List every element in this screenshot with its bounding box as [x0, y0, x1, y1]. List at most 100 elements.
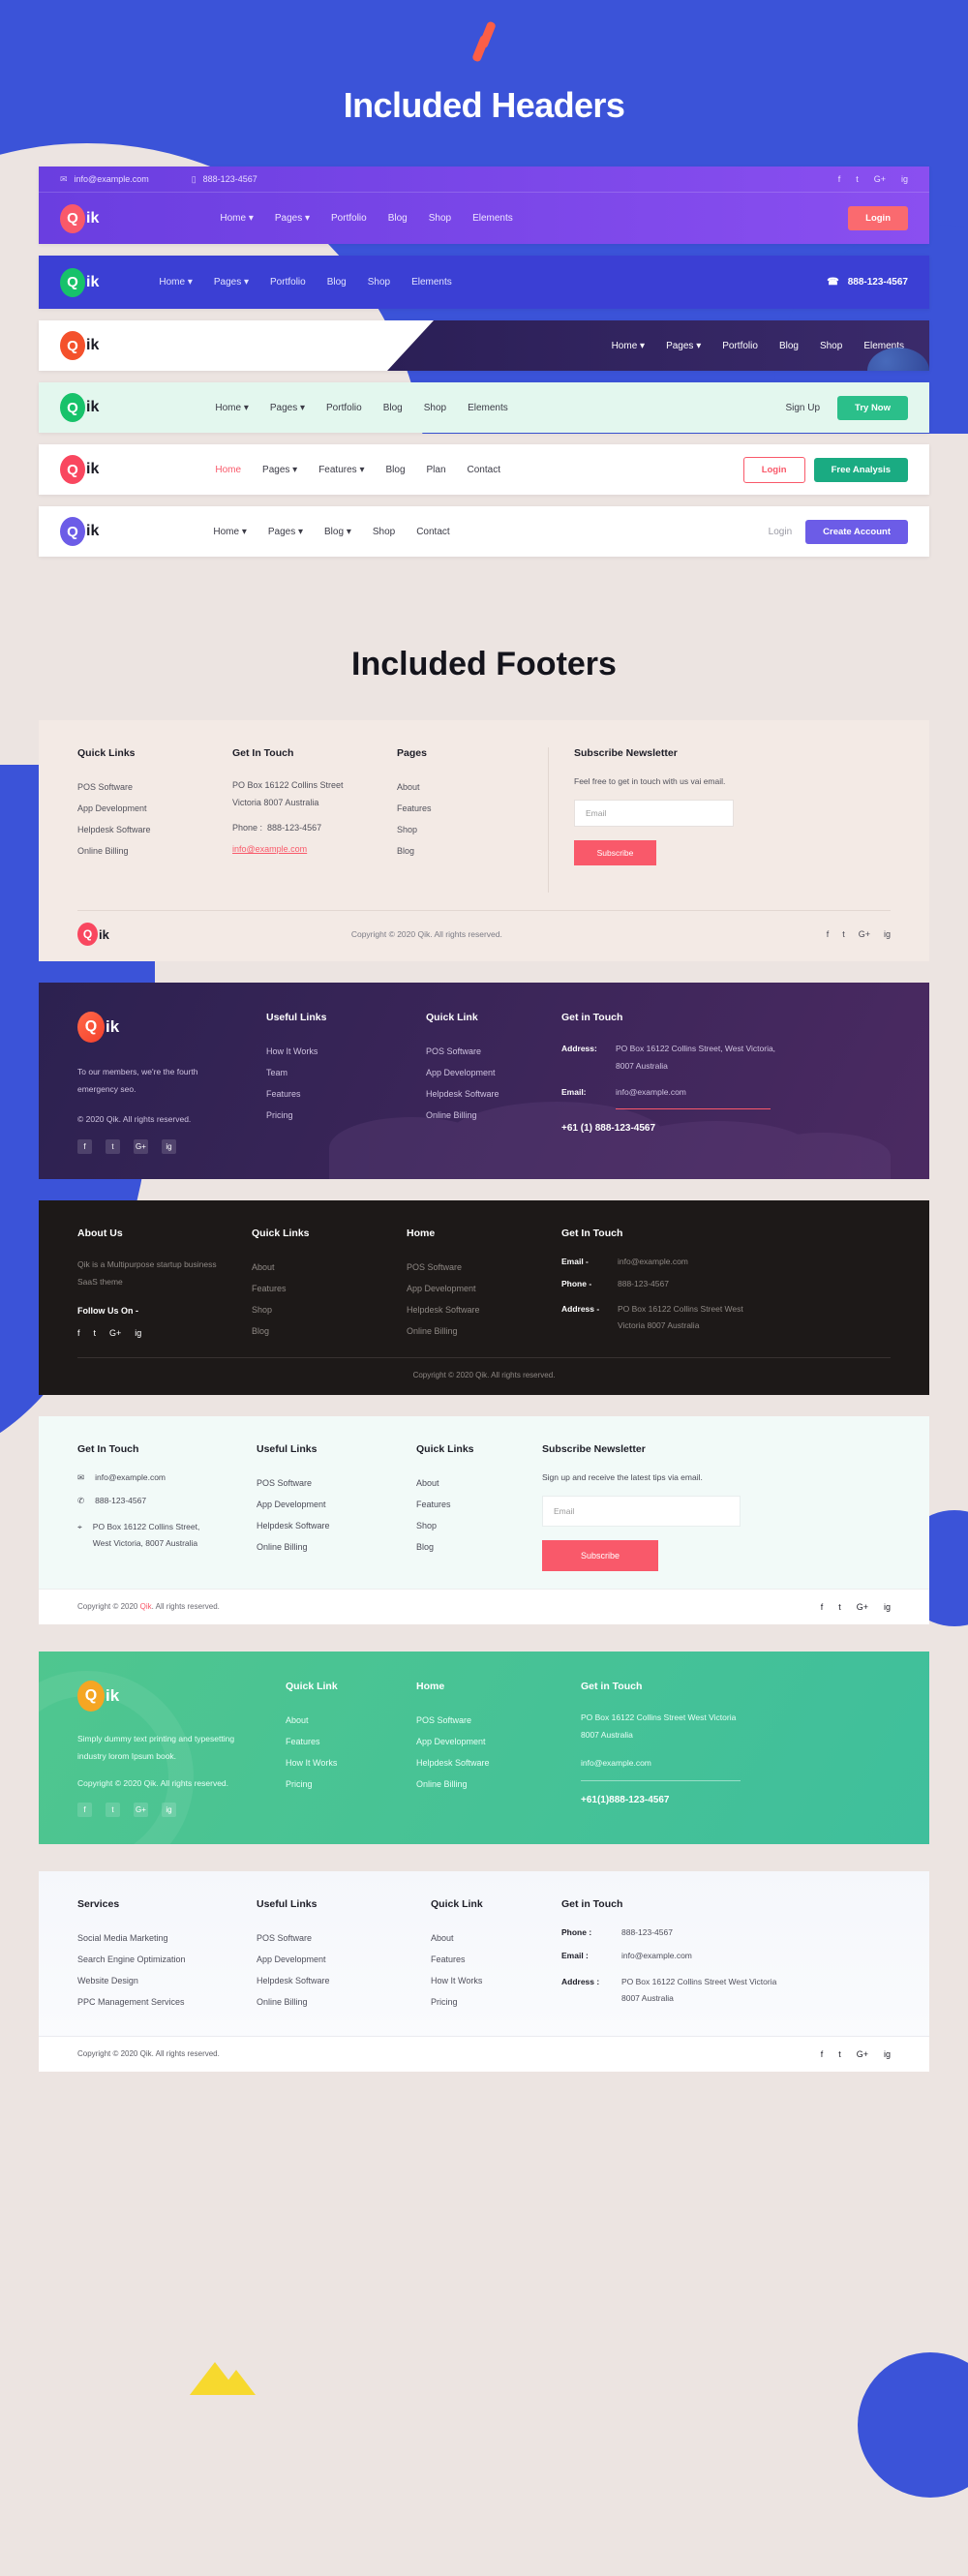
- nav-item-portfolio[interactable]: Portfolio: [722, 341, 758, 351]
- header-phone[interactable]: ☎ 888-123-4567: [827, 277, 908, 288]
- list-item[interactable]: Helpdesk Software: [257, 1515, 416, 1536]
- facebook-icon[interactable]: f: [821, 2049, 824, 2059]
- email-value[interactable]: info@example.com: [618, 1257, 688, 1266]
- list-item[interactable]: Shop: [397, 819, 542, 840]
- list-item[interactable]: POS Software: [416, 1710, 581, 1731]
- nav-item-portfolio[interactable]: Portfolio: [326, 403, 362, 413]
- email-input[interactable]: Email: [574, 800, 734, 827]
- nav-item-portfolio[interactable]: Portfolio: [331, 213, 367, 224]
- facebook-icon[interactable]: f: [838, 174, 841, 184]
- nav-item-home[interactable]: Home ▾: [220, 213, 254, 224]
- nav-item-shop[interactable]: Shop: [373, 527, 395, 537]
- topbar-email[interactable]: info@example.com: [75, 174, 149, 184]
- nav-item-plan[interactable]: Plan: [427, 465, 446, 475]
- facebook-icon[interactable]: f: [821, 1602, 824, 1612]
- list-item[interactable]: Website Design: [77, 1970, 257, 1991]
- list-item[interactable]: About: [252, 1257, 407, 1278]
- google-plus-icon[interactable]: G+: [134, 1138, 148, 1154]
- email-value[interactable]: info@example.com: [95, 1472, 166, 1482]
- list-item[interactable]: POS Software: [77, 776, 232, 798]
- list-item[interactable]: Pricing: [286, 1773, 416, 1795]
- list-item[interactable]: Blog: [416, 1536, 542, 1558]
- list-item[interactable]: POS Software: [426, 1041, 561, 1062]
- nav-item-elements[interactable]: Elements: [411, 277, 452, 288]
- list-item[interactable]: Helpdesk Software: [407, 1299, 561, 1320]
- nav-item-contact[interactable]: Contact: [416, 527, 449, 537]
- google-plus-icon[interactable]: G+: [859, 929, 870, 939]
- list-item[interactable]: PPC Management Services: [77, 1991, 257, 2013]
- instagram-icon[interactable]: ig: [884, 2049, 891, 2059]
- nav-item-blog[interactable]: Blog ▾: [324, 527, 351, 537]
- twitter-icon[interactable]: t: [856, 174, 859, 184]
- instagram-icon[interactable]: ig: [884, 1602, 891, 1612]
- nav-item-portfolio[interactable]: Portfolio: [270, 277, 306, 288]
- nav-item-elements[interactable]: Elements: [472, 213, 513, 224]
- list-item[interactable]: Helpdesk Software: [416, 1752, 581, 1773]
- nav-item-shop[interactable]: Shop: [424, 403, 446, 413]
- topbar-phone[interactable]: 888-123-4567: [203, 174, 257, 184]
- list-item[interactable]: Online Billing: [257, 1991, 431, 2013]
- email-input[interactable]: Email: [542, 1495, 741, 1527]
- list-item[interactable]: Features: [252, 1278, 407, 1299]
- create-account-button[interactable]: Create Account: [805, 519, 908, 544]
- login-link[interactable]: Login: [769, 527, 792, 537]
- logo[interactable]: Q ik: [60, 331, 99, 360]
- list-item[interactable]: Features: [431, 1949, 561, 1970]
- list-item[interactable]: Online Billing: [407, 1320, 561, 1342]
- nav-item-home[interactable]: Home ▾: [215, 403, 249, 413]
- facebook-icon[interactable]: f: [77, 1328, 80, 1338]
- nav-item-features[interactable]: Features ▾: [318, 465, 364, 475]
- nav-item-home[interactable]: Home ▾: [159, 277, 193, 288]
- list-item[interactable]: Blog: [397, 840, 542, 862]
- list-item[interactable]: Shop: [252, 1299, 407, 1320]
- free-analysis-button[interactable]: Free Analysis: [813, 457, 908, 482]
- login-button[interactable]: Login: [848, 206, 908, 230]
- nav-item-shop[interactable]: Shop: [429, 213, 451, 224]
- list-item[interactable]: Shop: [416, 1515, 542, 1536]
- list-item[interactable]: App Development: [257, 1949, 431, 1970]
- list-item[interactable]: Features: [286, 1731, 416, 1752]
- nav-item-blog[interactable]: Blog: [388, 213, 408, 224]
- instagram-icon[interactable]: ig: [162, 1138, 176, 1154]
- nav-item-pages[interactable]: Pages ▾: [275, 213, 310, 224]
- email-value[interactable]: info@example.com: [621, 1951, 692, 1960]
- subscribe-button[interactable]: Subscribe: [542, 1539, 658, 1571]
- nav-item-shop[interactable]: Shop: [820, 341, 842, 351]
- nav-item-pages[interactable]: Pages ▾: [214, 277, 249, 288]
- list-item[interactable]: Features: [266, 1083, 426, 1105]
- subscribe-button[interactable]: Subscribe: [574, 840, 656, 865]
- logo[interactable]: Q ik: [60, 455, 99, 484]
- list-item[interactable]: Pricing: [431, 1991, 561, 2013]
- logo[interactable]: Q ik: [60, 267, 99, 297]
- logo[interactable]: Q ik: [60, 393, 99, 422]
- nav-item-blog[interactable]: Blog: [383, 403, 403, 413]
- instagram-icon[interactable]: ig: [884, 929, 891, 939]
- list-item[interactable]: App Development: [407, 1278, 561, 1299]
- list-item[interactable]: Online Billing: [426, 1105, 561, 1126]
- list-item[interactable]: App Development: [77, 798, 232, 819]
- google-plus-icon[interactable]: G+: [857, 2049, 868, 2059]
- list-item[interactable]: Online Billing: [257, 1536, 416, 1558]
- list-item[interactable]: Blog: [252, 1320, 407, 1342]
- nav-item-pages[interactable]: Pages ▾: [270, 403, 305, 413]
- list-item[interactable]: About: [397, 776, 542, 798]
- twitter-icon[interactable]: t: [94, 1328, 97, 1338]
- nav-item-home[interactable]: Home: [215, 465, 241, 475]
- list-item[interactable]: Team: [266, 1062, 426, 1083]
- twitter-icon[interactable]: t: [838, 2049, 841, 2059]
- instagram-icon[interactable]: ig: [135, 1328, 141, 1338]
- nav-item-home[interactable]: Home ▾: [612, 341, 646, 351]
- logo[interactable]: Q ik: [77, 1680, 286, 1712]
- google-plus-icon[interactable]: G+: [874, 174, 886, 184]
- nav-item-elements[interactable]: Elements: [468, 403, 508, 413]
- logo[interactable]: Q ik: [60, 517, 99, 546]
- nav-item-blog[interactable]: Blog: [385, 465, 405, 475]
- nav-item-pages[interactable]: Pages ▾: [262, 465, 297, 475]
- email-link[interactable]: info@example.com: [232, 840, 373, 858]
- twitter-icon[interactable]: t: [106, 1138, 120, 1154]
- logo[interactable]: Q ik: [77, 1012, 266, 1043]
- list-item[interactable]: Social Media Marketing: [77, 1927, 257, 1949]
- facebook-icon[interactable]: f: [77, 1138, 92, 1154]
- google-plus-icon[interactable]: G+: [857, 1602, 868, 1612]
- list-item[interactable]: Helpdesk Software: [257, 1970, 431, 1991]
